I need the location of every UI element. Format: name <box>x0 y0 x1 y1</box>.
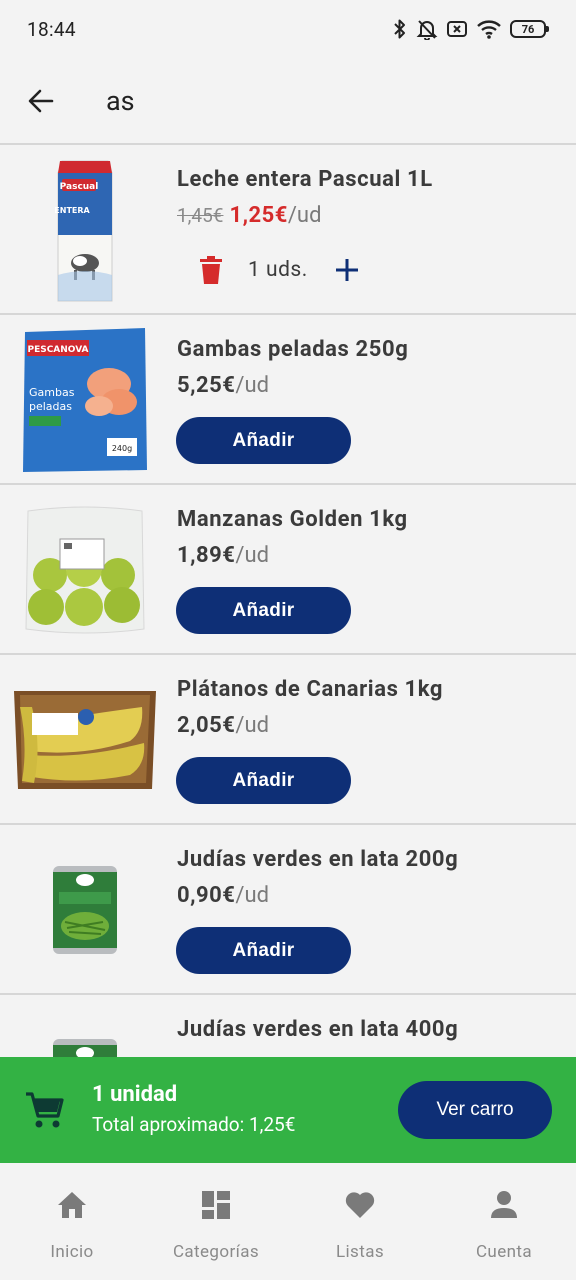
product-name[interactable]: Judías verdes en lata 200g <box>177 847 458 872</box>
product-price: 1,45€ 1,25€/ud <box>177 203 321 228</box>
trash-icon <box>200 256 222 284</box>
account-icon <box>487 1188 521 1222</box>
back-button[interactable] <box>0 61 80 141</box>
sale-price: 1,25€ <box>229 203 288 228</box>
view-cart-button[interactable]: Ver carro <box>398 1081 552 1139</box>
nav-item-categorias[interactable]: Categorías <box>144 1163 288 1280</box>
svg-text:240g: 240g <box>112 444 132 453</box>
price-unit: /ud <box>235 543 270 568</box>
search-input[interactable] <box>106 84 506 117</box>
app-screen: 18:44 76 as Pascual ENTERA Leche entera … <box>0 0 576 1280</box>
product-image-bananas <box>10 663 160 817</box>
price-unit: /ud <box>287 203 322 228</box>
cart-total: Total aproximado: 1,25€ <box>92 1113 296 1136</box>
product-price: 2,05€/ud <box>177 713 269 738</box>
price-unit: /ud <box>235 883 270 908</box>
add-to-cart-button[interactable]: Añadir <box>176 757 351 804</box>
quantity-label: 1 uds. <box>248 258 308 282</box>
price-unit: /ud <box>235 713 270 738</box>
price: 0,90€ <box>177 883 236 908</box>
cart-summary-bar[interactable]: 1 unidad Total aproximado: 1,25€ Ver car… <box>0 1057 576 1163</box>
wifi-icon <box>476 18 502 40</box>
product-list: Pascual ENTERA Leche entera Pascual 1L 1… <box>0 145 576 1165</box>
old-price: 1,45€ <box>177 204 224 227</box>
svg-text:Gambas: Gambas <box>29 386 75 399</box>
product-image-milk: Pascual ENTERA <box>10 153 160 307</box>
product-name[interactable]: Judías verdes en lata 400g <box>177 1017 458 1042</box>
product-item: Judías verdes en lata 200g 0,90€/ud Añad… <box>0 825 576 995</box>
plus-icon <box>335 259 358 281</box>
status-icons: 76 <box>392 18 549 40</box>
price-unit: /ud <box>235 373 270 398</box>
price: 2,05€ <box>177 713 236 738</box>
nav-label: Inicio <box>50 1242 94 1262</box>
nav-label: Cuenta <box>475 1242 533 1262</box>
bottom-navigation: Inicio Categorías Listas Cuenta <box>0 1163 576 1280</box>
nav-item-listas[interactable]: Listas <box>288 1163 432 1280</box>
status-bar: 18:44 76 <box>0 0 576 58</box>
nav-item-inicio[interactable]: Inicio <box>0 1163 144 1280</box>
price: 1,89€ <box>177 543 236 568</box>
product-item: Pascual ENTERA Leche entera Pascual 1L 1… <box>0 145 576 315</box>
product-image-green-bean-can <box>10 833 160 987</box>
product-price: 1,89€/ud <box>177 543 269 568</box>
cart-item-count: 1 unidad <box>92 1082 178 1107</box>
nav-label: Listas <box>335 1242 385 1262</box>
shopping-cart-icon <box>26 1092 64 1128</box>
battery-icon: 76 <box>510 20 549 38</box>
product-name[interactable]: Leche entera Pascual 1L <box>177 167 433 192</box>
add-to-cart-button[interactable]: Añadir <box>176 417 351 464</box>
remove-from-cart-button[interactable] <box>196 253 226 287</box>
home-icon <box>55 1188 89 1222</box>
nav-label: Categorías <box>172 1242 260 1262</box>
add-to-cart-button[interactable]: Añadir <box>176 927 351 974</box>
svg-text:PESCANOVA: PESCANOVA <box>27 345 88 355</box>
sim-off-icon <box>446 19 468 39</box>
quantity-stepper: 1 uds. <box>196 253 364 287</box>
heart-icon <box>343 1188 377 1222</box>
status-time: 18:44 <box>27 17 76 41</box>
arrow-left-icon <box>28 89 54 112</box>
add-to-cart-button[interactable]: Añadir <box>176 587 351 634</box>
product-name[interactable]: Plátanos de Canarias 1kg <box>177 677 443 702</box>
svg-text:ENTERA: ENTERA <box>54 206 90 215</box>
product-name[interactable]: Manzanas Golden 1kg <box>177 507 408 532</box>
product-item: PESCANOVA Gambas peladas 240g Gambas pel… <box>0 315 576 485</box>
product-name[interactable]: Gambas peladas 250g <box>177 337 408 362</box>
product-price: 5,25€/ud <box>177 373 269 398</box>
bell-off-icon <box>416 18 438 40</box>
product-item: Manzanas Golden 1kg 1,89€/ud Añadir <box>0 485 576 655</box>
bluetooth-icon <box>392 18 408 40</box>
categories-icon <box>199 1188 233 1222</box>
svg-text:Pascual: Pascual <box>60 182 99 192</box>
increase-quantity-button[interactable] <box>330 253 364 287</box>
search-header <box>0 58 576 145</box>
nav-item-cuenta[interactable]: Cuenta <box>432 1163 576 1280</box>
svg-text:peladas: peladas <box>29 400 72 413</box>
product-image-apples <box>10 493 160 647</box>
product-price: 0,90€/ud <box>177 883 269 908</box>
product-image-shrimp: PESCANOVA Gambas peladas 240g <box>10 323 160 477</box>
price: 5,25€ <box>177 373 236 398</box>
product-item: Plátanos de Canarias 1kg 2,05€/ud Añadir <box>0 655 576 825</box>
